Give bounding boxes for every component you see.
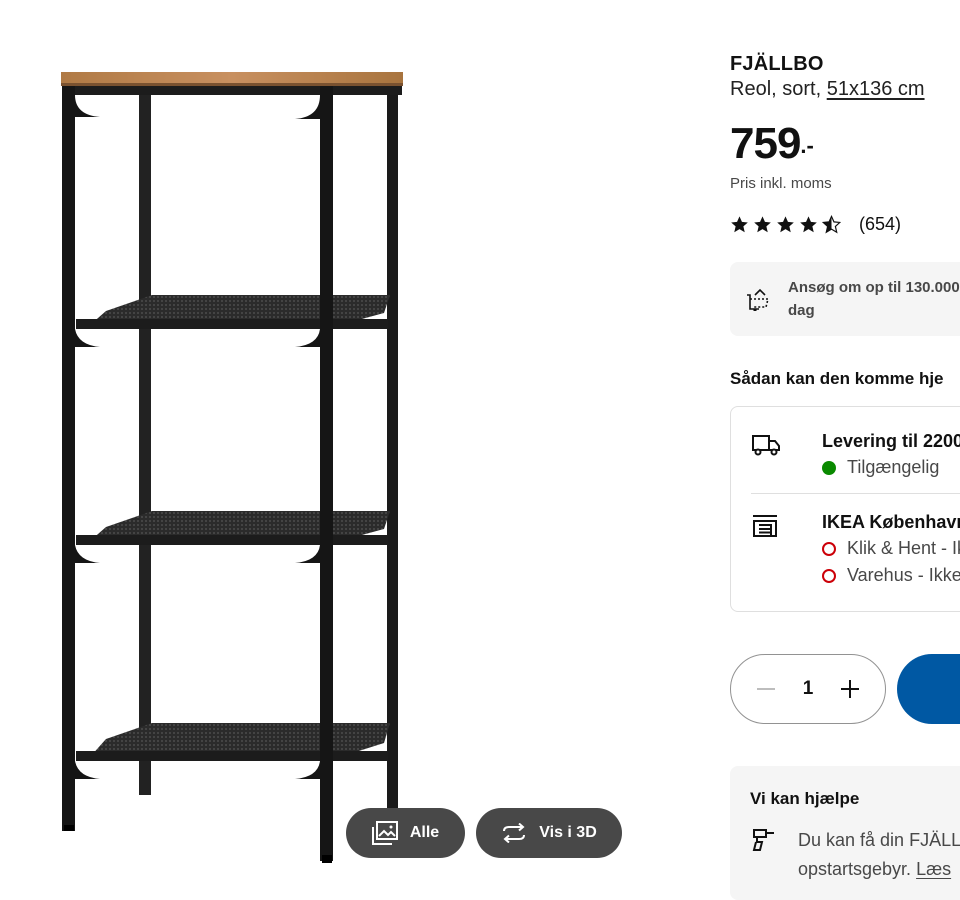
price-integer: 759 [730, 119, 801, 168]
product-image[interactable] [40, 55, 420, 875]
delivery-status-text: Tilgængelig [847, 457, 940, 477]
product-media: Alle Vis i 3D [0, 0, 700, 900]
add-to-cart-button[interactable] [897, 654, 960, 724]
star-icon [777, 216, 794, 233]
delivery-status: Tilgængelig [822, 457, 939, 478]
availability-panel: Levering til 2200 Tilgængelig IKEA Køben… [730, 406, 960, 612]
store-icon [753, 515, 777, 537]
quantity-stepper: 1 [730, 654, 886, 724]
availability-heading: Sådan kan den komme hje [730, 369, 944, 388]
unavailable-ring-icon [822, 568, 836, 583]
star-icon [754, 216, 771, 233]
warehouse-status: Varehus - Ikke p [822, 565, 960, 586]
view-3d-label: Vis i 3D [539, 824, 597, 841]
drill-icon [752, 829, 774, 851]
help-panel: Vi kan hjælpe Du kan få din FJÄLL opstar… [730, 766, 960, 900]
help-title: Vi kan hjælpe [750, 789, 860, 808]
store-option[interactable]: IKEA København Klik & Hent - Ikk Varehus… [751, 512, 960, 602]
rating-count: (654) [859, 214, 902, 234]
click-collect-status: Klik & Hent - Ikk [822, 538, 960, 559]
unavailable-ring-icon [822, 541, 836, 556]
gallery-icon [371, 821, 398, 845]
product-description-text: Reol, sort, [730, 78, 827, 100]
price-note: Pris inkl. moms [730, 175, 832, 192]
rotate-3d-icon [503, 823, 526, 843]
click-collect-text: Klik & Hent - Ikk [847, 538, 960, 558]
plus-icon [840, 680, 859, 698]
all-images-button[interactable]: Alle [346, 808, 465, 858]
divider [751, 493, 960, 494]
product-size-link[interactable]: 51x136 cm [827, 78, 925, 100]
increase-quantity-button[interactable] [837, 676, 863, 702]
delivery-title: Levering til 2200 [822, 431, 960, 451]
product-price: 759 .- [730, 118, 814, 170]
star-icon [800, 216, 817, 233]
help-text: Du kan få din FJÄLL opstartsgebyr. Læs [798, 826, 960, 884]
view-3d-button[interactable]: Vis i 3D [476, 808, 622, 858]
truck-icon [752, 435, 780, 456]
help-text-line-2: opstartsgebyr. Læs [798, 855, 960, 884]
product-name: FJÄLLBO [730, 53, 824, 75]
minus-icon [757, 688, 775, 690]
star-icon [731, 216, 748, 233]
decrease-quantity-button[interactable] [753, 676, 779, 702]
half-star-icon [822, 215, 841, 234]
finance-banner[interactable]: Ansøg om op til 130.000 dag [730, 262, 960, 336]
product-info-panel: FJÄLLBO Reol, sort, 51x136 cm 759 .- Pri… [730, 0, 960, 900]
delivery-option[interactable]: Levering til 2200 Tilgængelig [751, 431, 960, 491]
product-rating[interactable]: (654) [730, 214, 901, 235]
read-more-link[interactable]: Læs [916, 859, 951, 879]
cart-credit-icon [747, 288, 770, 311]
store-title: IKEA København [822, 512, 960, 532]
finance-text: Ansøg om op til 130.000 dag [788, 279, 960, 319]
available-dot-icon [822, 460, 836, 475]
quantity-value[interactable]: 1 [803, 678, 814, 700]
warehouse-text: Varehus - Ikke p [847, 565, 960, 585]
help-text-line-1: Du kan få din FJÄLL [798, 830, 960, 850]
price-decimal: .- [800, 133, 814, 158]
product-description: Reol, sort, 51x136 cm [730, 78, 925, 101]
help-text-line-2-prefix: opstartsgebyr. [798, 859, 917, 879]
all-images-label: Alle [409, 824, 440, 841]
